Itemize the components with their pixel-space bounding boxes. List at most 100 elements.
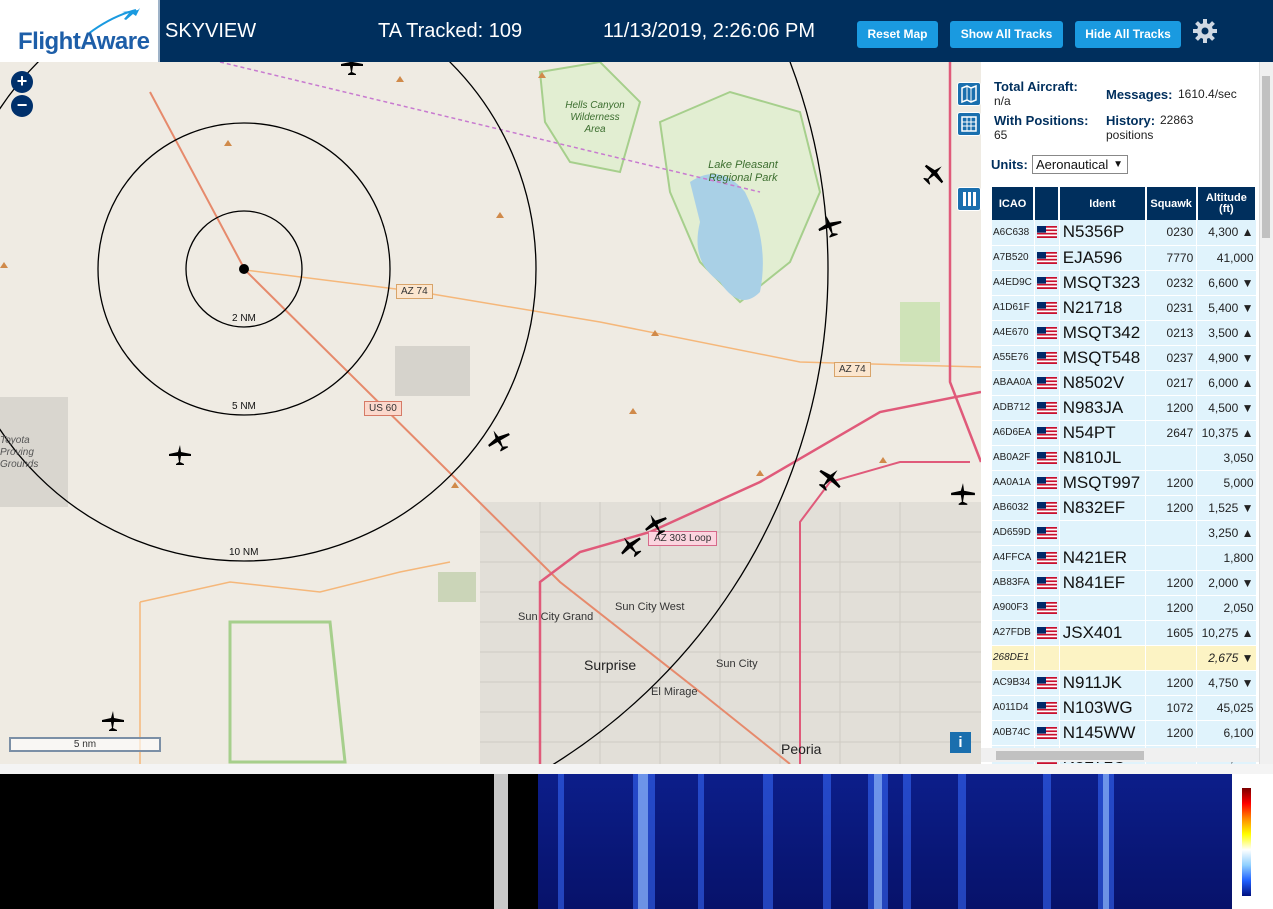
window-splitter[interactable] [494, 774, 508, 909]
table-row[interactable]: A6D6EA N54PT 2647 10,375 ▲ [992, 420, 1257, 446]
show-all-tracks-button[interactable]: Show All Tracks [950, 21, 1063, 48]
cell-icao: AB83FA [992, 570, 1035, 596]
cell-squawk: 1200 [1145, 720, 1198, 746]
window-edge [0, 764, 1273, 774]
table-row[interactable]: A27FDB JSX401 1605 10,275 ▲ [992, 620, 1257, 646]
col-flag[interactable] [1034, 187, 1061, 220]
cell-ident: JSX401 [1059, 620, 1147, 646]
sidebar-scroll-thumb[interactable] [1262, 76, 1270, 238]
chevron-down-icon: ▼ [1113, 159, 1123, 170]
cell-squawk: 1200 [1145, 570, 1198, 596]
aircraft-icon[interactable] [101, 710, 125, 732]
range-label-5nm: 5 NM [232, 401, 256, 412]
table-row[interactable]: A6C638 N5356P 0230 4,300 ▲ [992, 220, 1257, 246]
us-flag-icon [1034, 720, 1060, 746]
waterfall-display [538, 774, 1232, 909]
col-icao[interactable]: ICAO [992, 187, 1036, 220]
cell-altitude: 4,500 ▼ [1196, 395, 1257, 421]
table-row[interactable]: A011D4 N103WG 1072 45,025 [992, 695, 1257, 721]
grid-toggle-icon[interactable] [957, 112, 981, 136]
aircraft-icon[interactable] [643, 512, 669, 536]
reset-map-button[interactable]: Reset Map [857, 21, 938, 48]
table-row[interactable]: ABAA0A N8502V 0217 6,000 ▲ [992, 370, 1257, 396]
cell-icao: A900F3 [992, 595, 1035, 621]
table-row[interactable]: AA0A1A MSQT997 1200 5,000 [992, 470, 1257, 496]
us-flag-icon [1034, 520, 1060, 546]
clock: 11/13/2019, 2:26:06 PM [603, 20, 816, 42]
sidebar-hscroll-thumb[interactable] [996, 751, 1144, 760]
us-flag-icon [1034, 695, 1060, 721]
table-row[interactable]: ADB712 N983JA 1200 4,500 ▼ [992, 395, 1257, 421]
us-flag-icon [1034, 495, 1060, 521]
cell-icao: AD659D [992, 520, 1035, 546]
cell-icao: ADB712 [992, 395, 1035, 421]
cell-icao: A55E76 [992, 345, 1035, 371]
us-flag-icon [1034, 295, 1060, 321]
columns-toggle-icon[interactable] [957, 187, 981, 211]
units-label: Units: [991, 157, 1028, 172]
table-row[interactable]: A1D61F N21718 0231 5,400 ▼ [992, 295, 1257, 321]
table-row[interactable]: AD659D 3,250 ▲ [992, 520, 1257, 546]
cell-altitude: 4,300 ▲ [1196, 220, 1257, 246]
flightaware-logo[interactable]: FlightAware [0, 0, 160, 62]
spectrum-margin [508, 774, 538, 909]
cell-squawk: 0213 [1145, 320, 1198, 346]
info-button[interactable]: i [950, 732, 971, 753]
cell-altitude: 2,050 [1196, 595, 1257, 621]
history-value: 22863 positions [1106, 113, 1194, 142]
map-view[interactable]: 2 NM 5 NM 10 NM Hells Canyon Wilderness … [0, 62, 981, 764]
cell-ident: N54PT [1059, 420, 1147, 446]
hide-all-tracks-button[interactable]: Hide All Tracks [1075, 21, 1181, 48]
aircraft-icon[interactable] [340, 62, 364, 76]
table-row[interactable]: AC9B34 N911JK 1200 4,750 ▼ [992, 670, 1257, 696]
aircraft-icon[interactable] [950, 482, 976, 506]
aircraft-icon[interactable] [921, 162, 947, 186]
table-row[interactable]: A0B74C N145WW 1200 6,100 [992, 720, 1257, 746]
cell-ident: MSQT342 [1059, 320, 1147, 346]
cell-altitude: 2,000 ▼ [1196, 570, 1257, 596]
cell-squawk: 7770 [1145, 245, 1198, 271]
cell-ident: N421ER [1059, 545, 1147, 571]
us-flag-icon [1034, 320, 1060, 346]
cell-ident: N810JL [1059, 445, 1147, 471]
cell-squawk [1145, 545, 1198, 571]
aircraft-icon[interactable] [486, 428, 512, 452]
table-row[interactable]: A7B520 EJA596 7770 41,000 [992, 245, 1257, 271]
map-layers-icon[interactable] [957, 82, 981, 106]
units-select[interactable]: Aeronautical ▼ [1032, 155, 1128, 174]
aircraft-icon[interactable] [618, 534, 644, 558]
cell-icao: AB0A2F [992, 445, 1035, 471]
gear-icon[interactable] [1192, 18, 1218, 44]
aircraft-icon[interactable] [816, 466, 844, 492]
table-row[interactable]: A4E670 MSQT342 0213 3,500 ▲ [992, 320, 1257, 346]
table-row[interactable]: A55E76 MSQT548 0237 4,900 ▼ [992, 345, 1257, 371]
cell-altitude: 4,900 ▼ [1196, 345, 1257, 371]
cell-icao: AB6032 [992, 495, 1035, 521]
col-squawk[interactable]: Squawk [1145, 187, 1198, 220]
cell-squawk [1145, 520, 1198, 546]
cell-ident: N832EF [1059, 495, 1147, 521]
cell-icao: A4FFCA [992, 545, 1035, 571]
table-row[interactable]: AB0A2F N810JL 3,050 [992, 445, 1257, 471]
cell-squawk: 1200 [1145, 595, 1198, 621]
us-flag-icon [1034, 395, 1060, 421]
table-row[interactable]: A4FFCA N421ER 1,800 [992, 545, 1257, 571]
table-row[interactable]: A900F3 1200 2,050 [992, 595, 1257, 621]
range-label-2nm: 2 NM [232, 313, 256, 324]
table-row[interactable]: 268DE1 2,675 ▼ [992, 645, 1257, 671]
us-flag-icon [1034, 670, 1060, 696]
us-flag-icon [1034, 345, 1060, 371]
cell-icao: A0B74C [992, 720, 1035, 746]
col-ident[interactable]: Ident [1059, 187, 1147, 220]
aircraft-table: ICAO Ident Squawk Altitude (ft) A6C638 N5… [992, 187, 1258, 764]
aircraft-icon[interactable] [168, 444, 192, 466]
zoom-out-button[interactable]: − [11, 95, 33, 117]
cell-squawk: 0230 [1145, 220, 1198, 246]
aircraft-icon[interactable] [817, 214, 843, 238]
table-row[interactable]: AB83FA N841EF 1200 2,000 ▼ [992, 570, 1257, 596]
zoom-in-button[interactable]: + [11, 71, 33, 93]
table-row[interactable]: AB6032 N832EF 1200 1,525 ▼ [992, 495, 1257, 521]
cell-squawk: 2647 [1145, 420, 1198, 446]
table-row[interactable]: A4ED9C MSQT323 0232 6,600 ▼ [992, 270, 1257, 296]
col-altitude[interactable]: Altitude (ft) [1196, 187, 1258, 220]
